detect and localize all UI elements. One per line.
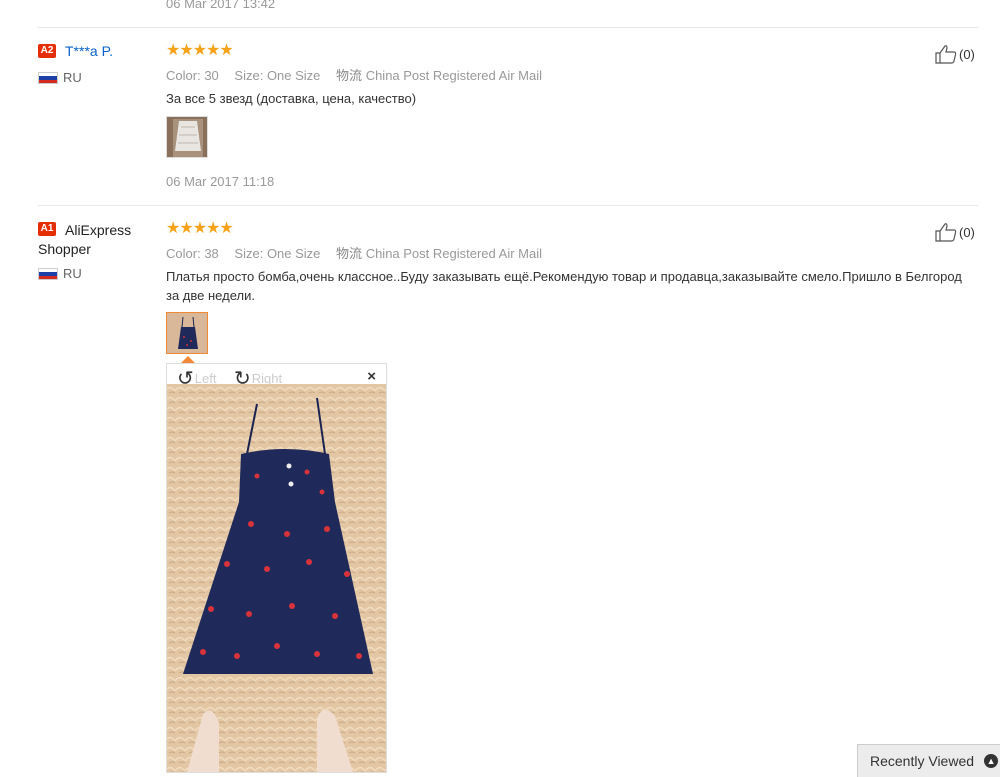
review-attributes: Color: 38 Size: One Size 物流 China Post R… [166, 243, 542, 262]
review-divider [38, 27, 978, 28]
logistics-value: China Post Registered Air Mail [365, 246, 542, 261]
reviewer-name[interactable]: AliExpress Shopper [38, 221, 148, 259]
size-label: Size: [234, 68, 264, 83]
thumbs-up-icon[interactable] [935, 222, 957, 242]
helpful-vote[interactable]: (0) [935, 44, 975, 64]
photo-viewer: ↺ Left ↻ Right × [166, 363, 387, 773]
logistics-label: 物流 [336, 246, 363, 261]
star-rating: ★★★★★ [166, 42, 234, 59]
logistics-value: China Post Registered Air Mail [365, 68, 542, 83]
star-rating: ★★★★★ [166, 220, 234, 237]
previous-review-date: 06 Mar 2017 13:42 [166, 0, 276, 11]
review-text: Платья просто бомба,очень классное..Буду… [166, 269, 962, 303]
recently-viewed-toggle[interactable]: Recently Viewed ▲ [857, 744, 1000, 777]
logistics-label: 物流 [336, 68, 363, 83]
flag-ru-icon [38, 72, 58, 84]
review-date: 06 Mar 2017 11:18 [166, 174, 275, 189]
review-divider [38, 205, 978, 206]
chevron-up-icon[interactable]: ▲ [984, 754, 999, 768]
color-label: Color: [166, 246, 201, 261]
helpful-count: (0) [959, 46, 975, 62]
color-value: 38 [204, 246, 219, 261]
viewer-pointer [181, 356, 195, 363]
size-value: One Size [266, 246, 321, 261]
review-text: За все 5 звезд (доставка, цена, качество… [166, 91, 417, 106]
size-label: Size: [234, 246, 264, 261]
close-icon[interactable]: × [367, 368, 376, 385]
review-photo-thumbnail[interactable] [166, 312, 208, 354]
review-attributes: Color: 30 Size: One Size 物流 China Post R… [166, 65, 542, 84]
flag-ru-icon [38, 268, 58, 280]
size-value: One Size [266, 68, 321, 83]
thumbs-up-icon[interactable] [935, 44, 957, 64]
reviewer-name[interactable]: T***a P. [65, 43, 113, 59]
user-level-badge: A2 [38, 44, 56, 58]
recently-viewed-label: Recently Viewed [870, 753, 975, 769]
reviewer-country: RU [63, 70, 82, 85]
helpful-count: (0) [959, 224, 975, 240]
color-value: 30 [204, 68, 219, 83]
reviewer-country: RU [63, 266, 82, 281]
color-label: Color: [166, 68, 201, 83]
review-photo-large [167, 384, 386, 772]
review-photo-thumbnail[interactable] [166, 116, 208, 158]
helpful-vote[interactable]: (0) [935, 222, 975, 242]
